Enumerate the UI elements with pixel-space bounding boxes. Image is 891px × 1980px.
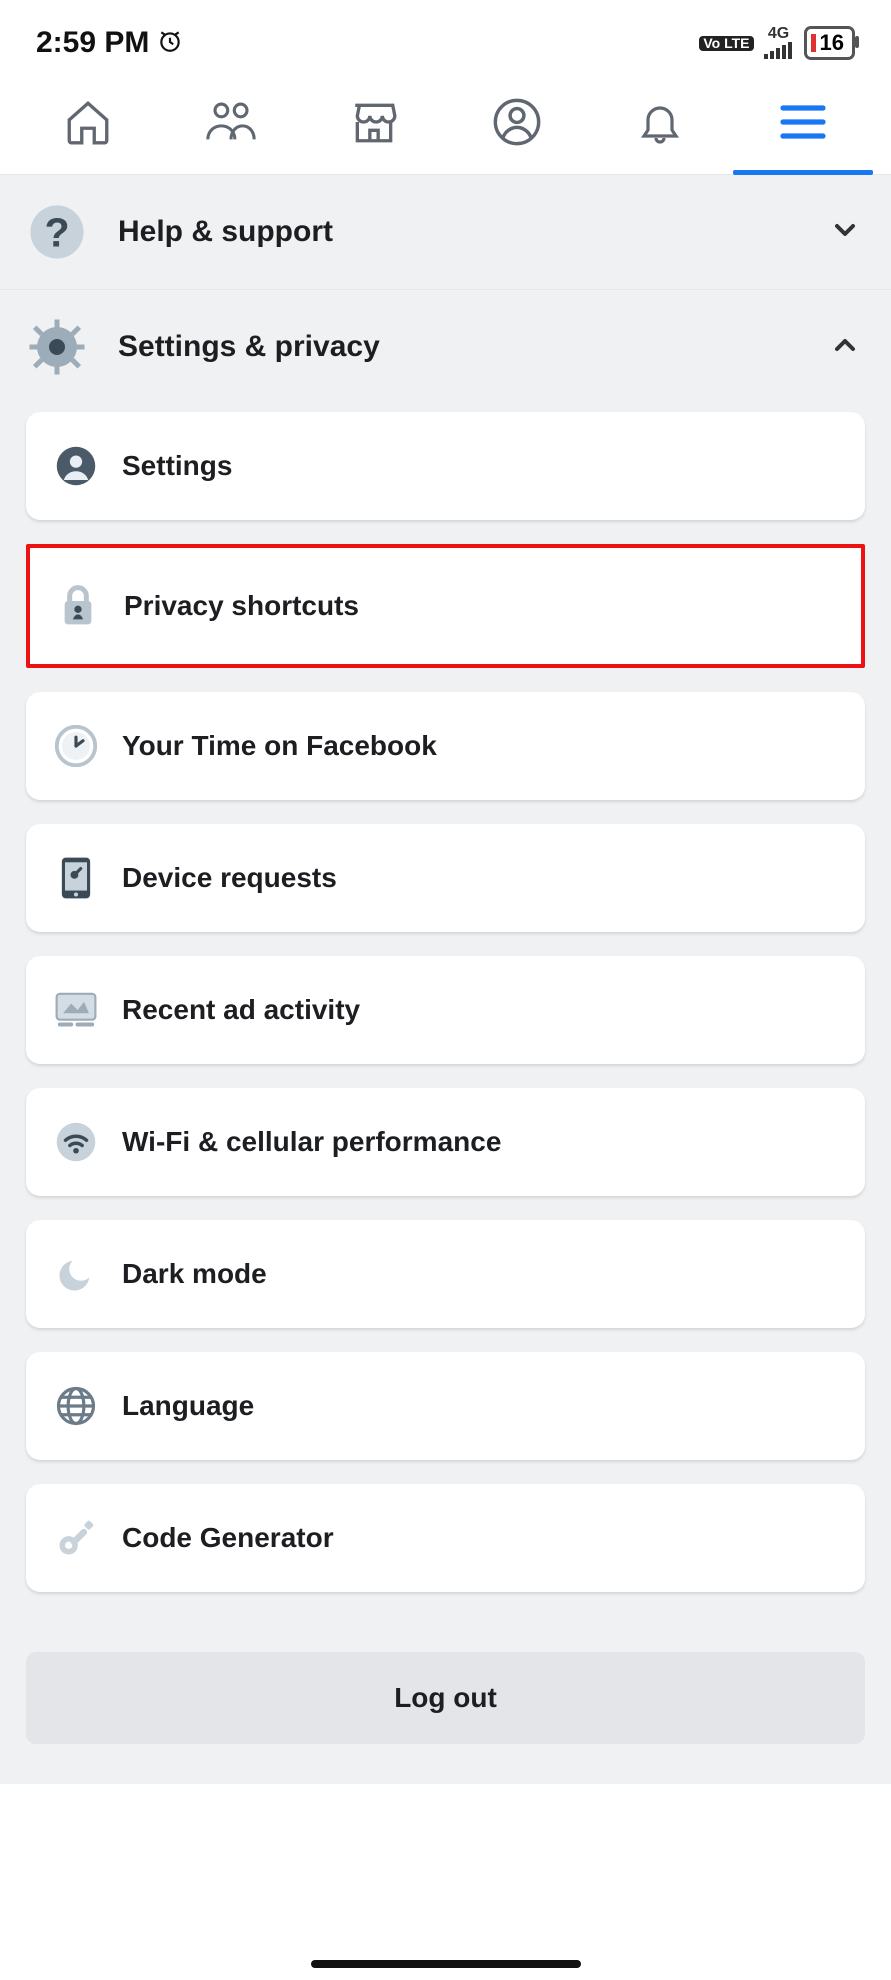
status-bar: 2:59 PM Vo LTE 4G 16: [0, 0, 891, 78]
chevron-up-icon: [829, 329, 861, 366]
moon-icon: [54, 1252, 98, 1296]
phone-icon: [54, 856, 98, 900]
settings-person-icon: [54, 444, 98, 488]
settings-card-list: Settings Privacy shortcuts Your Time on …: [0, 404, 891, 1634]
signal-icon: [764, 41, 794, 59]
card-privacy-shortcuts[interactable]: Privacy shortcuts: [26, 544, 865, 668]
card-label: Settings: [122, 450, 232, 482]
wifi-icon: [54, 1120, 98, 1164]
card-dark-mode[interactable]: Dark mode: [26, 1220, 865, 1328]
chevron-down-icon: [829, 214, 861, 251]
tab-notifications[interactable]: [630, 92, 690, 152]
card-your-time[interactable]: Your Time on Facebook: [26, 692, 865, 800]
svg-text:?: ?: [44, 210, 69, 256]
lock-icon: [56, 584, 100, 628]
card-device-requests[interactable]: Device requests: [26, 824, 865, 932]
card-label: Dark mode: [122, 1258, 267, 1290]
card-label: Privacy shortcuts: [124, 590, 359, 622]
section-settings-privacy[interactable]: Settings & privacy: [0, 290, 891, 404]
home-indicator[interactable]: [311, 1960, 581, 1968]
help-icon: ?: [26, 201, 88, 263]
card-label: Device requests: [122, 862, 337, 894]
card-label: Recent ad activity: [122, 994, 360, 1026]
battery-icon: 16: [804, 26, 855, 60]
tab-menu[interactable]: [773, 92, 833, 152]
alarm-icon: [157, 28, 183, 59]
top-tabs: [0, 78, 891, 175]
status-time: 2:59 PM: [36, 26, 149, 60]
card-wifi-cellular[interactable]: Wi-Fi & cellular performance: [26, 1088, 865, 1196]
volte-icon: Vo LTE: [699, 36, 753, 51]
card-label: Language: [122, 1390, 254, 1422]
section-help-support[interactable]: ? Help & support: [0, 175, 891, 290]
globe-icon: [54, 1384, 98, 1428]
card-code-generator[interactable]: Code Generator: [26, 1484, 865, 1592]
card-language[interactable]: Language: [26, 1352, 865, 1460]
ad-icon: [54, 988, 98, 1032]
tab-marketplace[interactable]: [344, 92, 404, 152]
card-settings[interactable]: Settings: [26, 412, 865, 520]
card-label: Your Time on Facebook: [122, 730, 437, 762]
gear-icon: [26, 316, 88, 378]
card-recent-ad-activity[interactable]: Recent ad activity: [26, 956, 865, 1064]
tab-profile[interactable]: [487, 92, 547, 152]
tab-home[interactable]: [58, 92, 118, 152]
active-tab-indicator: [733, 170, 873, 175]
card-label: Code Generator: [122, 1522, 334, 1554]
clock-icon: [54, 724, 98, 768]
card-label: Wi-Fi & cellular performance: [122, 1126, 501, 1158]
status-right: Vo LTE 4G 16: [699, 26, 855, 60]
network-type: 4G: [764, 27, 794, 59]
tab-friends[interactable]: [201, 92, 261, 152]
settings-privacy-title: Settings & privacy: [118, 330, 829, 364]
help-title: Help & support: [118, 215, 829, 249]
battery-percent: 16: [820, 30, 844, 56]
key-icon: [54, 1516, 98, 1560]
logout-button[interactable]: Log out: [26, 1652, 865, 1744]
